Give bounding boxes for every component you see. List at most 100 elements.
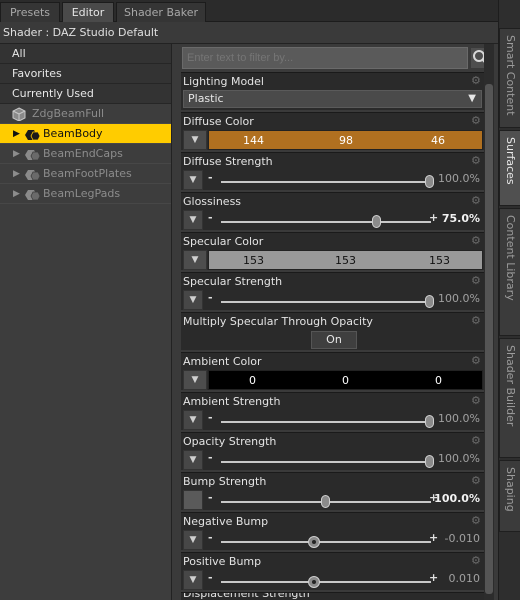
property-value[interactable]: -0.010	[445, 531, 480, 549]
tree-item-beamfootplates[interactable]: ▶ BeamFootPlates	[0, 164, 171, 184]
expand-arrow-icon[interactable]: ▶	[13, 164, 20, 184]
gear-icon[interactable]: ⚙	[471, 355, 482, 366]
property-value[interactable]: 100.0%	[438, 171, 480, 189]
gear-icon[interactable]: ⚙	[471, 155, 482, 166]
decrement-button[interactable]: -	[208, 170, 218, 188]
tab-label: Shader Builder	[504, 345, 517, 427]
property-label: Ambient Strength	[183, 395, 281, 408]
gear-icon[interactable]: ⚙	[471, 555, 482, 566]
tree-item-beambody[interactable]: ▶ BeamBody	[0, 124, 171, 144]
tab-editor[interactable]: Editor	[62, 2, 114, 22]
slider-handle[interactable]	[425, 455, 434, 468]
filter-input[interactable]	[182, 47, 468, 69]
decrement-button[interactable]: -	[208, 490, 218, 508]
color-r-value[interactable]: 144	[243, 131, 264, 150]
increment-button[interactable]: +	[429, 570, 439, 588]
gear-icon[interactable]: ⚙	[471, 515, 482, 526]
color-g-value[interactable]: 98	[339, 131, 353, 150]
tree-item-zdgbeamfull[interactable]: ZdgBeamFull	[0, 104, 171, 124]
category-favorites[interactable]: Favorites	[0, 64, 171, 84]
expand-arrow-icon[interactable]: ▶	[13, 144, 20, 164]
decrement-button[interactable]: -	[208, 450, 218, 468]
color-g-value[interactable]: 0	[342, 371, 349, 390]
slider-menu-button[interactable]: ▼	[183, 210, 203, 230]
slider-track[interactable]	[221, 301, 431, 303]
slider-track[interactable]	[221, 581, 431, 583]
color-b-value[interactable]: 46	[431, 131, 445, 150]
tab-label: Surfaces	[504, 137, 517, 185]
gear-icon[interactable]: ⚙	[471, 235, 482, 246]
increment-button[interactable]: +	[429, 210, 439, 228]
increment-button[interactable]: +	[429, 530, 439, 548]
color-b-value[interactable]: 0	[435, 371, 442, 390]
tab-smart-content[interactable]: Smart Content	[499, 28, 520, 128]
scrollbar-thumb[interactable]	[485, 84, 493, 594]
gear-icon[interactable]: ⚙	[471, 475, 482, 486]
gear-icon[interactable]: ⚙	[471, 195, 482, 206]
specular-color-swatch[interactable]: 153 153 153	[208, 250, 483, 270]
color-b-value[interactable]: 153	[429, 251, 450, 270]
diffuse-color-swatch[interactable]: 144 98 46	[208, 130, 483, 150]
property-value[interactable]: 100.0%	[438, 291, 480, 309]
slider-track[interactable]	[221, 181, 431, 183]
texture-map-button[interactable]	[183, 490, 203, 510]
color-menu-button[interactable]: ▼	[183, 370, 207, 390]
gear-icon[interactable]: ⚙	[471, 75, 482, 86]
tree-item-beamendcaps[interactable]: ▶ BeamEndCaps	[0, 144, 171, 164]
color-menu-button[interactable]: ▼	[183, 250, 207, 270]
property-value[interactable]: 100.0%	[434, 491, 480, 509]
expand-arrow-icon[interactable]: ▶	[13, 124, 20, 144]
decrement-button[interactable]: -	[208, 570, 218, 588]
slider-handle[interactable]	[308, 536, 320, 548]
category-currently-used[interactable]: Currently Used	[0, 84, 171, 104]
slider-menu-button[interactable]: ▼	[183, 450, 203, 470]
slider-track[interactable]	[221, 541, 431, 543]
multiply-specular-toggle[interactable]: On	[311, 331, 357, 349]
tab-content-library[interactable]: Content Library	[499, 208, 520, 336]
expand-arrow-icon[interactable]: ▶	[13, 184, 20, 204]
category-all[interactable]: All	[0, 44, 171, 64]
slider-track[interactable]	[221, 421, 431, 423]
tab-presets[interactable]: Presets	[0, 2, 60, 22]
slider-handle[interactable]	[308, 576, 320, 588]
color-r-value[interactable]: 153	[243, 251, 264, 270]
slider-track[interactable]	[221, 221, 431, 223]
property-value[interactable]: 100.0%	[438, 411, 480, 429]
slider-menu-button[interactable]: ▼	[183, 570, 203, 590]
tab-shader-baker[interactable]: Shader Baker	[116, 2, 206, 22]
tree-item-beamlegpads[interactable]: ▶ BeamLegPads	[0, 184, 171, 204]
ambient-color-swatch[interactable]: 0 0 0	[208, 370, 483, 390]
gear-icon[interactable]: ⚙	[471, 395, 482, 406]
tab-label: Content Library	[504, 215, 517, 301]
decrement-button[interactable]: -	[208, 210, 218, 228]
tab-shaping[interactable]: Shaping	[499, 460, 520, 532]
gear-icon[interactable]: ⚙	[471, 435, 482, 446]
gear-icon[interactable]: ⚙	[471, 115, 482, 126]
tab-shader-builder[interactable]: Shader Builder	[499, 338, 520, 458]
gear-icon[interactable]: ⚙	[471, 275, 482, 286]
color-menu-button[interactable]: ▼	[183, 130, 207, 150]
color-r-value[interactable]: 0	[249, 371, 256, 390]
slider-menu-button[interactable]: ▼	[183, 290, 203, 310]
property-label: Bump Strength	[183, 475, 267, 488]
property-value[interactable]: 100.0%	[438, 451, 480, 469]
tab-surfaces[interactable]: Surfaces	[499, 130, 520, 206]
slider-handle[interactable]	[425, 295, 434, 308]
lighting-model-select[interactable]: Plastic ▼	[183, 90, 482, 108]
property-value[interactable]: 0.010	[449, 571, 481, 589]
property-value[interactable]: 75.0%	[442, 211, 480, 229]
decrement-button[interactable]: -	[208, 290, 218, 308]
decrement-button[interactable]: -	[208, 410, 218, 428]
color-g-value[interactable]: 153	[335, 251, 356, 270]
gear-icon[interactable]: ⚙	[471, 315, 482, 326]
slider-track[interactable]	[221, 461, 431, 463]
slider-handle[interactable]	[425, 175, 434, 188]
slider-handle[interactable]	[372, 215, 381, 228]
slider-handle[interactable]	[321, 495, 330, 508]
property-scrollbar[interactable]	[484, 44, 494, 600]
slider-handle[interactable]	[425, 415, 434, 428]
slider-menu-button[interactable]: ▼	[183, 170, 203, 190]
slider-menu-button[interactable]: ▼	[183, 410, 203, 430]
slider-menu-button[interactable]: ▼	[183, 530, 203, 550]
decrement-button[interactable]: -	[208, 530, 218, 548]
